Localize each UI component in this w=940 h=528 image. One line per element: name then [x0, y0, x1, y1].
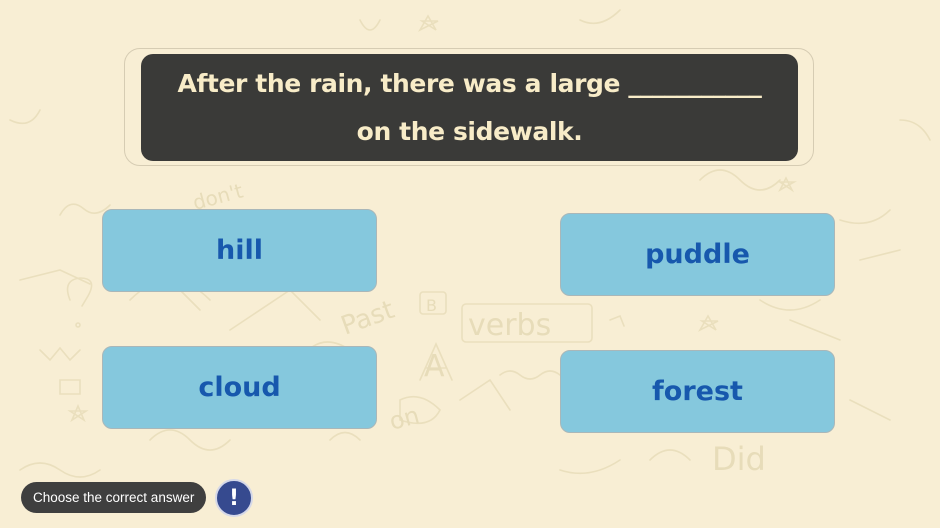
- answer-option-hill[interactable]: hill: [102, 209, 377, 292]
- answer-option-puddle[interactable]: puddle: [560, 213, 835, 296]
- hint-button[interactable]: !: [215, 479, 253, 517]
- doodle-letter-b: B: [426, 296, 437, 315]
- doodle-word-on: on: [386, 401, 422, 436]
- answer-label: forest: [652, 376, 743, 407]
- answer-label: puddle: [645, 239, 750, 270]
- doodle-letter-a: A: [424, 349, 445, 384]
- answer-label: cloud: [198, 372, 281, 403]
- exclamation-icon: !: [228, 485, 240, 511]
- answer-option-forest[interactable]: forest: [560, 350, 835, 433]
- doodle-word-verbs: verbs: [468, 308, 551, 343]
- answer-option-cloud[interactable]: cloud: [102, 346, 377, 429]
- answer-label: hill: [216, 235, 263, 266]
- question-text: After the rain, there was a large ______…: [177, 68, 762, 146]
- doodle-word-past: Past: [337, 295, 398, 342]
- doodle-word-did: Did: [712, 440, 766, 478]
- instruction-label: Choose the correct answer: [21, 482, 207, 513]
- question-box: After the rain, there was a large ______…: [141, 54, 798, 161]
